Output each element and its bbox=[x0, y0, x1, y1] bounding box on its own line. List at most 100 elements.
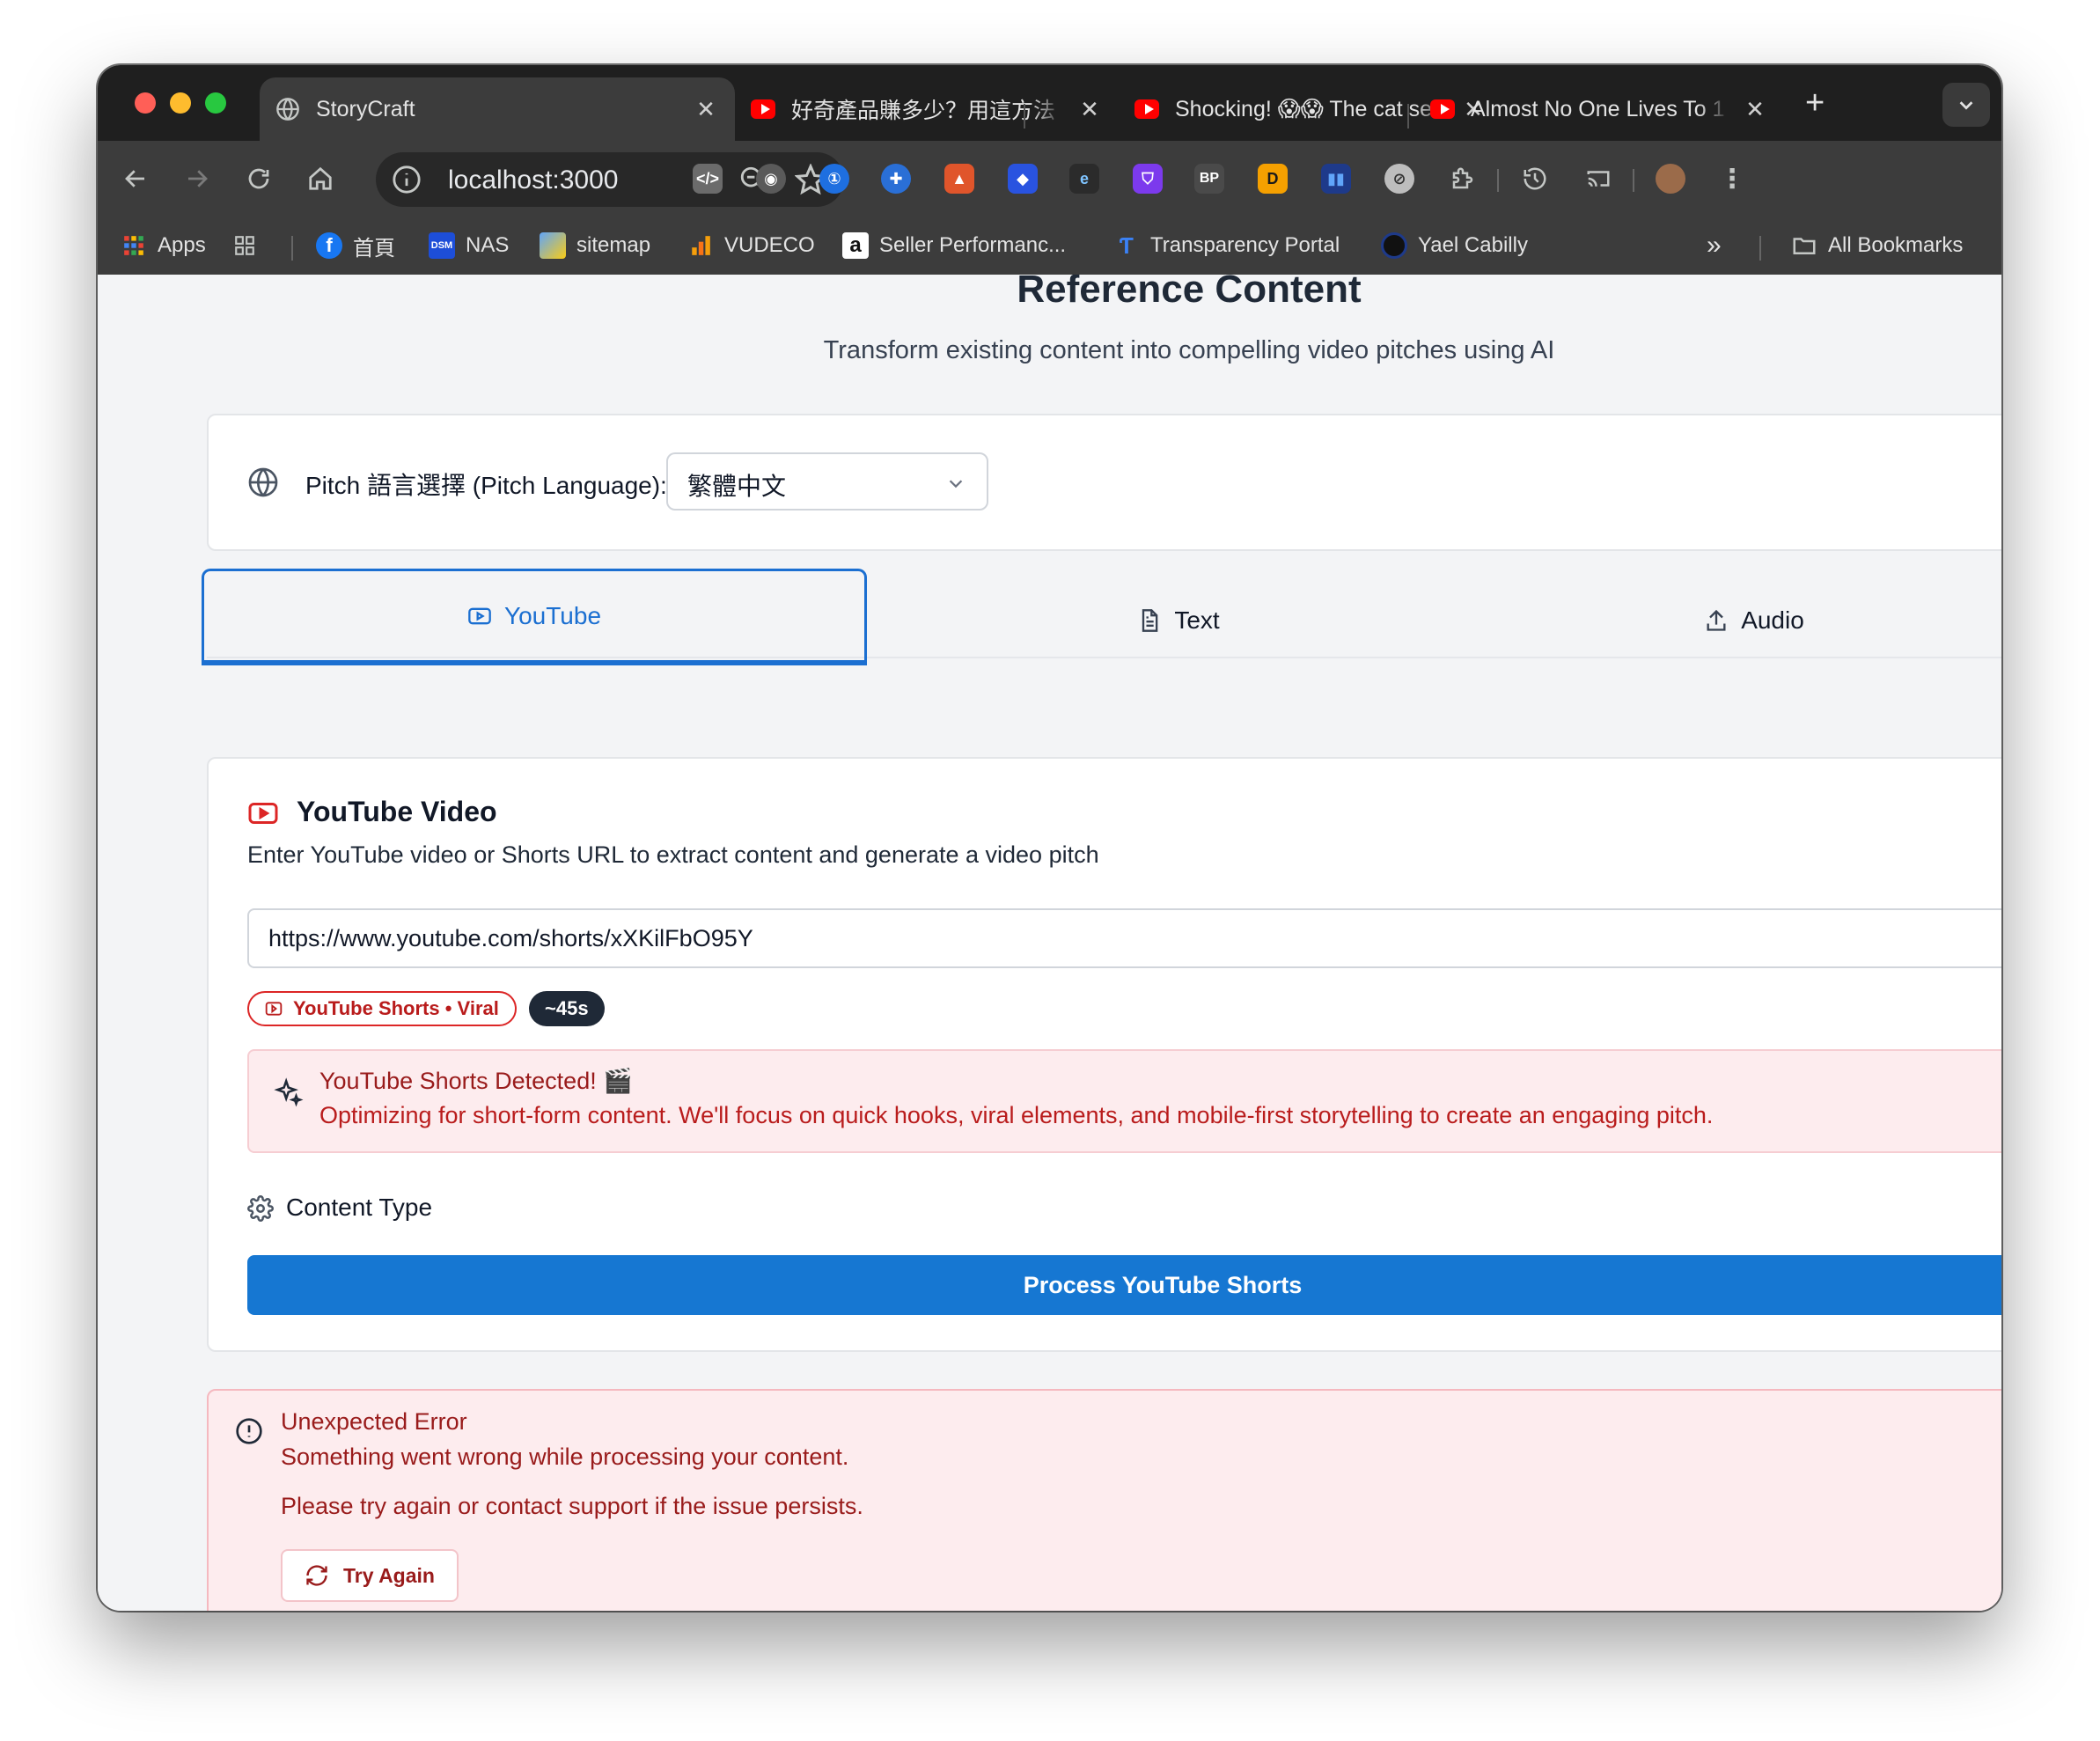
youtube-url-input[interactable] bbox=[247, 908, 2001, 968]
content-type-label: Content Type bbox=[286, 1194, 433, 1221]
extension-bp-icon[interactable]: BP bbox=[1194, 164, 1224, 194]
error-help-text: Please try again or contact support if t… bbox=[281, 1493, 863, 1519]
close-tab-icon[interactable]: ✕ bbox=[1076, 96, 1103, 123]
arrow-right-icon bbox=[188, 170, 208, 187]
bookmark-label: VUDECO bbox=[724, 233, 815, 257]
home-button[interactable] bbox=[302, 160, 339, 197]
maximize-window-button[interactable] bbox=[205, 92, 226, 114]
page-subtitle: Transform existing content into compelli… bbox=[823, 336, 1555, 364]
toolbar-divider bbox=[1497, 169, 1499, 192]
bookmark-label: 首頁 bbox=[353, 236, 395, 261]
browser-tab-storycraft[interactable]: StoryCraft ✕ bbox=[260, 77, 735, 141]
extensions-puzzle-icon[interactable] bbox=[1448, 164, 1478, 194]
extension-1password-icon[interactable]: ① bbox=[819, 164, 849, 194]
process-youtube-shorts-button[interactable]: Process YouTube Shorts bbox=[247, 1255, 2001, 1315]
screenshot-stage: StoryCraft ✕ 好奇產品賺多少？用這方法 ✕ Shocking! 😱😱… bbox=[0, 0, 2100, 1741]
try-again-button[interactable]: Try Again bbox=[281, 1549, 459, 1602]
tab-divider bbox=[1024, 104, 1025, 129]
arrow-left-icon bbox=[125, 170, 144, 187]
bookmark-transparency-portal[interactable]: Ƭ Transparency Portal bbox=[1113, 229, 1340, 262]
bookmark-label: All Bookmarks bbox=[1828, 233, 1964, 257]
browser-tab-youtube-1[interactable]: 好奇產品賺多少？用這方法 ✕ bbox=[735, 77, 1119, 141]
close-window-button[interactable] bbox=[135, 92, 156, 114]
tab-strip: StoryCraft ✕ 好奇產品賺多少？用這方法 ✕ Shocking! 😱😱… bbox=[98, 65, 2001, 141]
home-icon bbox=[309, 166, 332, 190]
bookmark-tab-groups[interactable] bbox=[231, 229, 268, 262]
bookmark-seller-performance[interactable]: a Seller Performanc... bbox=[842, 229, 1066, 262]
alert-body: Optimizing for short-form content. We'll… bbox=[319, 1102, 1714, 1128]
alert-title: YouTube Shorts Detected! 🎬 bbox=[319, 1068, 633, 1094]
upload-icon bbox=[1707, 609, 1726, 631]
browser-menu-icon[interactable]: ⋮ bbox=[1717, 164, 1747, 194]
close-tab-icon[interactable]: ✕ bbox=[693, 96, 719, 123]
minimize-window-button[interactable] bbox=[170, 92, 191, 114]
bookmark-apps[interactable]: Apps bbox=[121, 229, 206, 262]
extension-camera-icon[interactable]: ◉ bbox=[756, 164, 786, 194]
language-card: Pitch 語言選擇 (Pitch Language): 繁體中文 bbox=[207, 414, 2001, 551]
folder-icon bbox=[1791, 232, 1817, 259]
bookmarks-divider bbox=[1759, 236, 1761, 261]
circle-icon bbox=[1381, 232, 1407, 259]
file-text-icon bbox=[1142, 609, 1158, 632]
analytics-icon bbox=[687, 232, 714, 259]
chevron-down-icon bbox=[1959, 101, 1973, 110]
site-info-icon[interactable] bbox=[392, 165, 422, 195]
bookmark-home-facebook[interactable]: f 首頁 bbox=[316, 229, 395, 262]
try-again-label: Try Again bbox=[343, 1563, 435, 1587]
extension-d-icon[interactable]: D bbox=[1258, 164, 1288, 194]
reload-button[interactable] bbox=[240, 160, 277, 197]
extension-devtools-icon[interactable]: </> bbox=[693, 164, 723, 194]
source-tabs: YouTube Text Audio bbox=[202, 569, 2001, 665]
language-select[interactable]: 繁體中文 bbox=[666, 452, 988, 511]
tab-youtube[interactable]: YouTube bbox=[202, 569, 867, 665]
more-bookmarks-button[interactable]: » bbox=[1707, 229, 1722, 262]
youtube-card-title: YouTube Video bbox=[297, 796, 497, 827]
all-bookmarks-button[interactable]: All Bookmarks bbox=[1791, 229, 1963, 262]
forward-button[interactable] bbox=[179, 160, 216, 197]
profile-avatar[interactable] bbox=[1656, 164, 1685, 194]
tab-title: Almost No One Lives To 1 bbox=[1471, 96, 1725, 121]
cast-icon[interactable] bbox=[1583, 164, 1613, 194]
back-button[interactable] bbox=[117, 160, 154, 197]
bookmark-vudeco[interactable]: VUDECO bbox=[687, 229, 815, 262]
extension-puzzle-blue-icon[interactable]: ✚ bbox=[881, 164, 911, 194]
tab-audio[interactable]: Audio bbox=[1490, 583, 2001, 658]
bookmark-label: Yael Cabilly bbox=[1418, 233, 1528, 257]
extension-lighthouse-icon[interactable]: ▲ bbox=[944, 164, 974, 194]
duration-badge: ~45s bbox=[529, 991, 605, 1026]
reload-icon bbox=[248, 168, 269, 189]
bookmark-label: Apps bbox=[158, 233, 206, 257]
bookmark-label: NAS bbox=[466, 233, 510, 257]
settings-gear-icon bbox=[247, 1195, 274, 1222]
youtube-card: YouTube Video Enter YouTube video or Sho… bbox=[207, 757, 2001, 1352]
error-message: Something went wrong while processing yo… bbox=[281, 1443, 849, 1470]
close-tab-icon[interactable]: ✕ bbox=[1742, 96, 1768, 123]
bookmark-label: Seller Performanc... bbox=[879, 233, 1067, 257]
extension-link-icon[interactable]: ⊘ bbox=[1384, 164, 1414, 194]
youtube-outline-icon bbox=[248, 803, 278, 824]
apps-grid-icon bbox=[121, 232, 147, 259]
extension-chart-icon[interactable]: ▮▮ bbox=[1321, 164, 1351, 194]
extension-tag-icon[interactable]: ◆ bbox=[1008, 164, 1038, 194]
toolbar-divider bbox=[1633, 169, 1634, 192]
shorts-detected-alert: YouTube Shorts Detected! 🎬 Optimizing fo… bbox=[247, 1049, 2001, 1153]
new-tab-button[interactable]: + bbox=[1805, 86, 1825, 120]
youtube-icon bbox=[1134, 97, 1159, 121]
history-icon[interactable] bbox=[1520, 164, 1550, 194]
tab-text[interactable]: Text bbox=[867, 583, 1490, 658]
dsm-icon: DSM bbox=[429, 232, 455, 259]
extension-shield-icon[interactable]: ⛉ bbox=[1133, 164, 1163, 194]
browser-window: StoryCraft ✕ 好奇產品賺多少？用這方法 ✕ Shocking! 😱😱… bbox=[98, 65, 2001, 1611]
bookmark-yael-cabilly[interactable]: Yael Cabilly bbox=[1381, 229, 1528, 262]
bookmark-nas[interactable]: DSM NAS bbox=[429, 229, 509, 262]
error-alert: Unexpected Error Something went wrong wh… bbox=[207, 1389, 2001, 1611]
page-title: Reference Content bbox=[1017, 275, 1362, 311]
page-content: Reference Content Transform existing con… bbox=[98, 275, 2001, 1611]
tab-search-button[interactable] bbox=[1942, 83, 1990, 127]
refresh-icon bbox=[306, 1565, 327, 1586]
language-label: Pitch 語言選擇 (Pitch Language): bbox=[305, 472, 667, 499]
browser-tab-youtube-3[interactable]: Almost No One Lives To 1 ✕ bbox=[1414, 77, 1784, 141]
extension-e-icon[interactable]: e bbox=[1069, 164, 1099, 194]
globe-icon bbox=[275, 97, 300, 121]
bookmark-sitemap[interactable]: sitemap bbox=[540, 229, 650, 262]
